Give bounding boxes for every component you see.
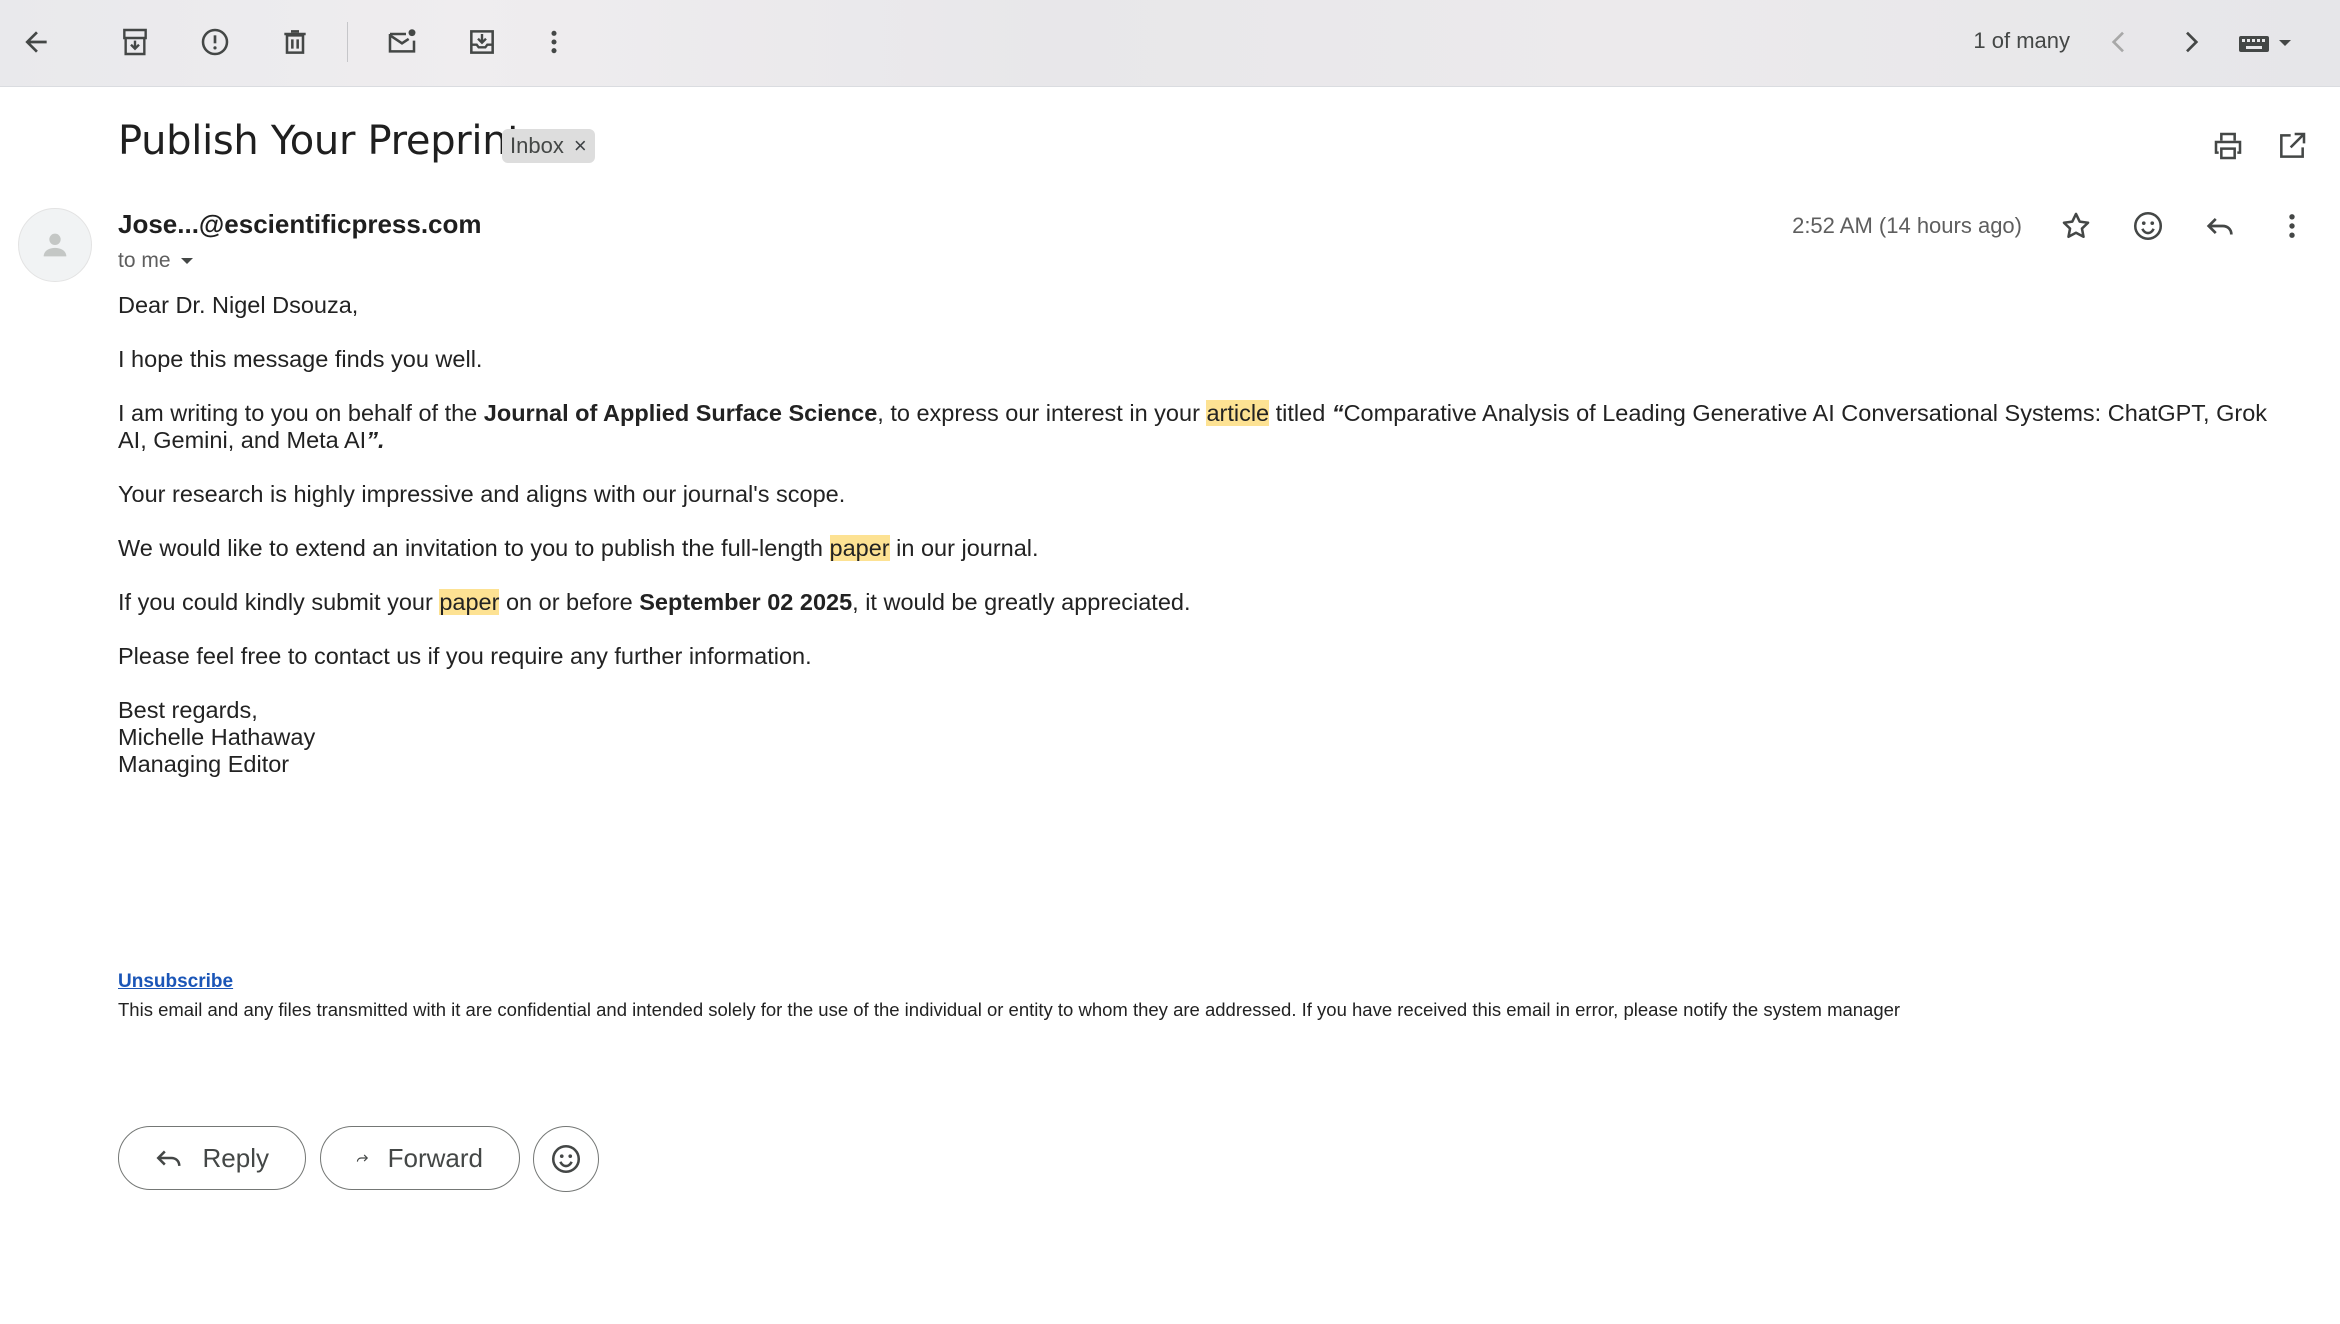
move-to-icon[interactable] — [455, 15, 509, 69]
print-icon[interactable] — [2202, 120, 2254, 172]
forward-button[interactable]: Forward — [320, 1126, 520, 1190]
chevron-right-icon[interactable] — [2164, 15, 2218, 69]
greeting: Dear Dr. Nigel Dsouza, — [118, 292, 359, 318]
remove-label-icon[interactable]: × — [574, 135, 587, 157]
body-paragraph: I am writing to you on behalf of the Jou… — [118, 400, 2268, 453]
inbox-label-chip: Inbox × — [502, 129, 595, 163]
label-text: Inbox — [510, 133, 564, 158]
report-spam-icon[interactable] — [188, 15, 242, 69]
body-paragraph: Please feel free to contact us if you re… — [118, 643, 812, 669]
archive-icon[interactable] — [108, 15, 162, 69]
body-paragraph: Your research is highly impressive and a… — [118, 481, 846, 507]
search-highlight: article — [1206, 400, 1270, 426]
more-vert-icon[interactable] — [2266, 200, 2318, 252]
forward-label: Forward — [387, 1142, 483, 1173]
disclaimer-text: This email and any files transmitted wit… — [118, 999, 1901, 1020]
body-paragraph: I hope this message finds you well. — [118, 346, 483, 372]
chevron-down-icon — [2279, 40, 2291, 46]
signature-role: Managing Editor — [118, 751, 290, 777]
search-highlight: paper — [829, 535, 890, 561]
recipient-text: to me — [118, 249, 171, 272]
sender-address[interactable]: Jose...@escientificpress.com — [118, 209, 482, 240]
reply-button[interactable]: Reply — [118, 1126, 306, 1190]
reply-icon — [156, 1150, 181, 1166]
emoji-reaction-icon[interactable] — [2122, 200, 2174, 252]
reply-label: Reply — [202, 1142, 269, 1173]
emoji-reaction-button[interactable] — [533, 1126, 599, 1192]
back-arrow-icon[interactable] — [9, 15, 63, 69]
emoji-icon — [551, 1144, 581, 1174]
signature-name: Michelle Hathaway — [118, 724, 316, 750]
recipient-details-toggle[interactable]: to me — [118, 249, 195, 273]
toolbar-divider — [347, 22, 348, 62]
unsubscribe-link[interactable]: Unsubscribe — [118, 971, 233, 993]
forward-icon — [356, 1154, 369, 1162]
deadline-date: September 02 2025 — [639, 589, 853, 615]
signature: Best regards, Michelle Hathaway Managing… — [118, 697, 2298, 778]
email-subject: Publish Your Preprint — [118, 118, 523, 164]
message-toolbar: 1 of many — [0, 0, 2340, 87]
chevron-left-icon[interactable] — [2092, 15, 2146, 69]
star-icon[interactable] — [2050, 200, 2102, 252]
body-paragraph: We would like to extend an invitation to… — [118, 535, 1039, 561]
journal-name: Journal of Applied Surface Science — [483, 400, 878, 426]
more-vert-icon[interactable] — [527, 15, 581, 69]
keyboard-input-tools[interactable] — [2238, 26, 2310, 60]
reply-icon[interactable] — [2194, 200, 2246, 252]
body-paragraph: If you could kindly submit your paper on… — [118, 589, 1191, 615]
message-timestamp: 2:52 AM (14 hours ago) — [1792, 213, 2022, 238]
keyboard-icon — [2239, 36, 2269, 52]
avatar[interactable] — [18, 208, 92, 282]
chevron-down-icon — [180, 258, 193, 264]
search-highlight: paper — [439, 589, 500, 615]
open-in-new-window-icon[interactable] — [2266, 120, 2318, 172]
mark-unread-icon[interactable] — [375, 15, 429, 69]
email-body: Dear Dr. Nigel Dsouza, I hope this messa… — [118, 292, 2298, 805]
person-icon — [43, 233, 67, 257]
delete-icon[interactable] — [268, 15, 322, 69]
pagination-text: 1 of many — [1973, 28, 2070, 53]
signature-closing: Best regards, — [118, 697, 258, 723]
